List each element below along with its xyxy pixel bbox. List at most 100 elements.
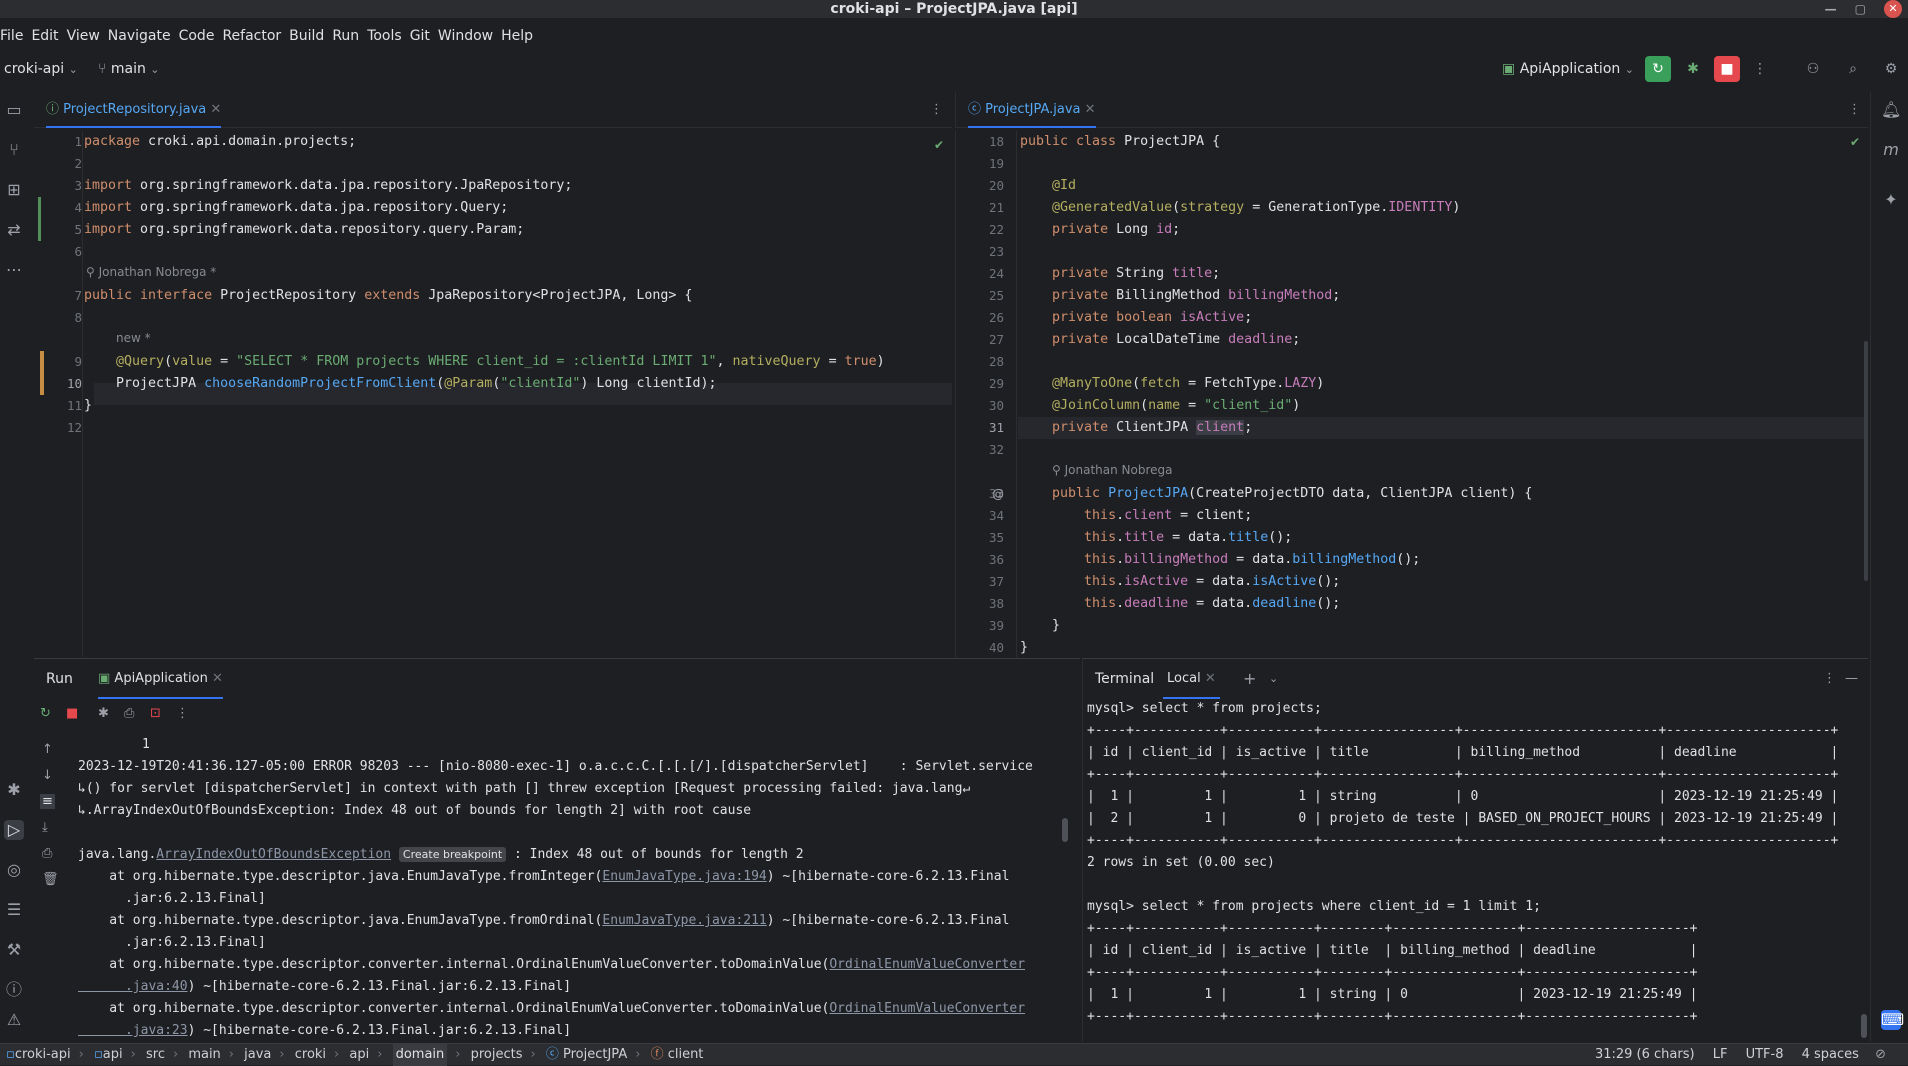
problems-icon[interactable]: ⓘ [4,980,24,1000]
debug-icon[interactable]: ✱ [1680,56,1706,82]
scrollbar[interactable] [1864,341,1868,581]
breadcrumb-item[interactable]: main [188,1044,220,1066]
right-code-editor[interactable]: ✔ 18 public class ProjectJPA { 19 20 @Id… [955,131,1868,657]
rerun-icon[interactable]: ↻ [1645,56,1671,82]
terminal-console[interactable]: mysql> select * from projects; +----+---… [1082,698,1868,1042]
stop-icon[interactable]: ■ [1714,56,1740,82]
more-vertical-icon[interactable]: ⋮ [176,706,189,721]
pull-request-icon[interactable]: ⇄ [4,220,24,240]
close-icon[interactable]: ✕ [1205,671,1216,686]
breadcrumb-item[interactable]: java [244,1044,271,1066]
breadcrumb-item[interactable]: ▫croki-api [6,1044,71,1066]
menu-edit[interactable]: Edit [31,24,66,48]
breadcrumb-item[interactable]: projects [471,1044,523,1066]
terminal-title: Terminal [1095,671,1155,687]
left-code-editor[interactable]: ✔ 1 package croki.api.domain.projects; 2… [34,131,952,657]
menu-view[interactable]: View [67,24,108,48]
branch-selector[interactable]: ⑂ main ⌄ [98,56,160,82]
close-icon[interactable]: ✕ [212,671,223,686]
indent-setting[interactable]: 4 spaces [1802,1047,1859,1062]
build-icon[interactable]: ⚒ [4,940,24,960]
chevron-down-icon[interactable]: ⌄ [1269,659,1278,699]
exit-icon[interactable]: ⊡ [150,706,161,721]
breadcrumb-item[interactable]: croki [295,1044,326,1066]
menu-refactor[interactable]: Refactor [222,24,289,48]
menu-help[interactable]: Help [501,24,541,48]
close-icon[interactable]: ✕ [1884,0,1902,18]
camera-icon[interactable]: ⎙ [124,706,134,721]
warning-icon[interactable]: ⚠ [4,1010,24,1030]
arrow-up-icon[interactable]: ↑ [42,742,53,757]
minimize-icon[interactable]: — [1845,659,1858,699]
menu-run[interactable]: Run [332,24,367,48]
menu-build[interactable]: Build [289,24,332,48]
more-vertical-icon[interactable]: ⋮ [1848,92,1861,128]
arrow-down-icon[interactable]: ↓ [42,768,53,783]
more-horizontal-icon[interactable]: ⋯ [4,260,24,280]
run-icon[interactable]: ▷ [4,820,24,840]
soft-wrap-icon[interactable]: ≡ [40,794,55,809]
breadcrumb-item[interactable]: src [146,1044,165,1066]
more-vertical-icon[interactable]: ⋮ [1823,659,1836,699]
search-icon[interactable]: ⌕ [1842,56,1864,82]
notifications-icon[interactable]: 🔔︎ [1881,100,1901,120]
run-config-selector[interactable]: ▣ ApiApplication ⌄ [1502,56,1634,82]
breadcrumb-item[interactable]: ⓒ ProjectJPA [546,1044,627,1066]
source-link[interactable]: .java:40 [78,979,188,994]
folder-icon[interactable]: ▭ [4,100,24,120]
menu-navigate[interactable]: Navigate [108,24,179,48]
layers-icon[interactable]: ☰ [4,900,24,920]
ai-assistant-icon[interactable]: ✦ [1881,190,1901,210]
stop-icon[interactable]: ■ [66,706,78,721]
project-selector[interactable]: croki-api ⌄ [4,56,78,82]
breadcrumb-item[interactable]: ⓕ client [651,1044,704,1066]
tab-projectrepository[interactable]: ⓘ ProjectRepository.java ✕ [46,92,222,128]
menu-file[interactable]: File [0,24,31,48]
scrollbar[interactable] [1861,1014,1867,1038]
scroll-to-end-icon[interactable]: ⤓ [42,820,48,835]
close-icon[interactable]: ✕ [1085,102,1096,117]
close-icon[interactable]: ✕ [210,102,221,117]
minimize-icon[interactable]: — [1825,0,1837,18]
commit-icon[interactable]: ⑂ [4,140,24,160]
debug-icon[interactable]: ✱ [4,780,24,800]
add-user-icon[interactable]: ⚇ [1802,56,1824,82]
menu-window[interactable]: Window [438,24,501,48]
breadcrumb-item[interactable]: api [349,1044,369,1066]
breadcrumb-item[interactable]: ▫api [94,1044,123,1066]
structure-icon[interactable]: ⊞ [4,180,24,200]
source-link[interactable]: EnumJavaType.java:211 [602,913,766,928]
line-ending[interactable]: LF [1713,1047,1728,1062]
at-sign-icon[interactable]: @ [992,483,1004,505]
menu-tools[interactable]: Tools [367,24,410,48]
source-link[interactable]: OrdinalEnumValueConverter [829,1001,1025,1016]
trash-icon[interactable]: 🗑︎ [42,872,59,887]
more-vertical-icon[interactable]: ⋮ [930,92,943,128]
exception-link[interactable]: ArrayIndexOutOfBoundsException [156,847,391,862]
breadcrumb-item[interactable]: domain [392,1044,448,1066]
scrollbar[interactable] [1062,818,1068,842]
source-link[interactable]: .java:23 [78,1023,188,1038]
services-icon[interactable]: ◎ [4,860,24,880]
cursor-position[interactable]: 31:29 (6 chars) [1595,1047,1695,1062]
source-link[interactable]: EnumJavaType.java:194 [602,869,766,884]
terminal-icon[interactable]: ⌨ [1881,1010,1904,1030]
debug-icon[interactable]: ✱ [98,706,109,721]
menu-git[interactable]: Git [410,24,438,48]
add-tab-icon[interactable]: + [1243,659,1256,699]
tab-local[interactable]: Local ✕ [1163,659,1220,699]
maximize-icon[interactable]: ▢ [1855,0,1866,18]
gear-icon[interactable]: ⚙ [1880,56,1902,82]
rerun-icon[interactable]: ↻ [40,706,51,721]
source-link[interactable]: OrdinalEnumValueConverter [829,957,1025,972]
print-icon[interactable]: ⎙ [42,846,52,861]
tab-projectjpa[interactable]: ⓒ ProjectJPA.java ✕ [968,92,1096,128]
menu-code[interactable]: Code [179,24,223,48]
run-console[interactable]: 1 2023-12-19T20:41:36.127-05:00 ERROR 98… [74,734,1070,1042]
file-encoding[interactable]: UTF-8 [1746,1047,1784,1062]
lock-icon[interactable]: ⊘ [1875,1047,1886,1062]
maven-icon[interactable]: m [1881,140,1901,160]
tab-apiapplication[interactable]: ▣ ApiApplication ✕ [98,659,223,699]
create-breakpoint-button[interactable]: Create breakpoint [398,847,507,862]
more-vertical-icon[interactable]: ⋮ [1752,56,1768,82]
